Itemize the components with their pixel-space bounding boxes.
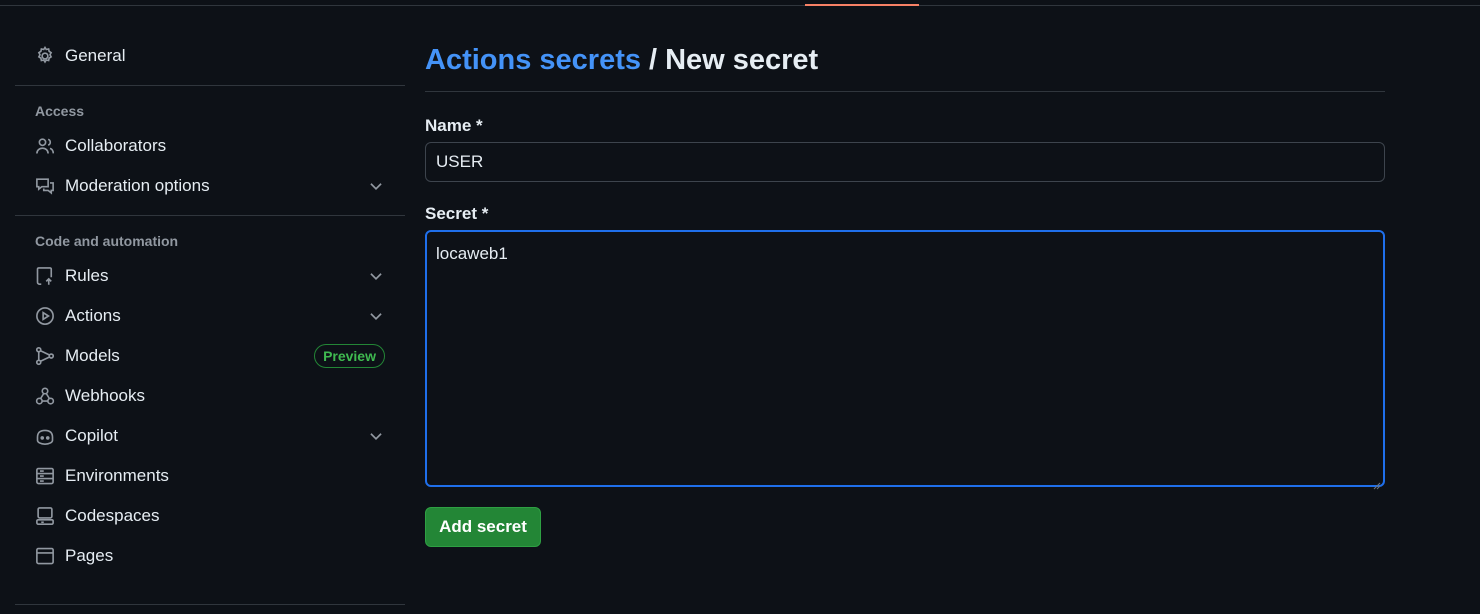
sidebar-item-label: Codespaces	[65, 506, 160, 525]
secret-textarea-value: locaweb1	[436, 244, 508, 263]
sidebar-item-moderation-options[interactable]: Moderation options	[15, 166, 405, 206]
sidebar-item-label: Collaborators	[65, 136, 167, 155]
breadcrumb-separator: /	[649, 44, 658, 76]
sidebar-item-label: Rules	[65, 266, 109, 285]
browser-icon	[35, 546, 55, 566]
chevron-down-icon[interactable]	[367, 307, 385, 325]
sidebar-item-models[interactable]: Models Preview	[15, 336, 405, 376]
play-icon	[35, 306, 55, 326]
chevron-down-icon[interactable]	[367, 177, 385, 195]
sidebar-item-pages[interactable]: Pages	[15, 536, 405, 576]
breadcrumb-actions-secrets-link[interactable]: Actions secrets	[425, 44, 641, 77]
people-icon	[35, 136, 55, 156]
sidebar-item-environments[interactable]: Environments	[15, 456, 405, 496]
sidebar-item-collaborators[interactable]: Collaborators	[15, 126, 405, 166]
repo-push-icon	[35, 266, 55, 286]
add-secret-button[interactable]: Add secret	[425, 507, 541, 547]
secret-textarea[interactable]: locaweb1	[425, 230, 1385, 490]
page-title: Actions secrets / New secret	[425, 36, 1385, 92]
sidebar-item-codespaces[interactable]: Codespaces	[15, 496, 405, 536]
preview-badge: Preview	[314, 344, 385, 368]
sidebar-item-webhooks[interactable]: Webhooks	[15, 376, 405, 416]
active-tab-indicator	[805, 4, 919, 6]
sidebar-item-label: Environments	[65, 466, 169, 485]
sidebar-item-general[interactable]: General	[15, 36, 405, 76]
settings-sidebar: General Access Collaborators Moderation …	[15, 36, 405, 576]
chevron-down-icon[interactable]	[367, 267, 385, 285]
resize-handle-icon[interactable]	[1373, 475, 1381, 490]
section-heading-access: Access	[35, 103, 85, 119]
webhook-icon	[35, 386, 55, 406]
main-content: Actions secrets / New secret Name * USER…	[425, 36, 1385, 547]
server-icon	[35, 466, 55, 486]
top-bar	[0, 0, 1480, 6]
name-input-value: USER	[436, 152, 484, 171]
sidebar-item-label: Pages	[65, 546, 114, 565]
chevron-down-icon[interactable]	[367, 427, 385, 445]
sidebar-item-label: Models	[65, 346, 120, 365]
comment-discussion-icon	[35, 176, 55, 196]
name-label: Name *	[425, 116, 483, 135]
name-input[interactable]: USER	[425, 142, 1385, 182]
sidebar-item-rules[interactable]: Rules	[15, 256, 405, 296]
codespaces-icon	[35, 506, 55, 526]
sidebar-item-label: Moderation options	[65, 176, 210, 195]
sidebar-item-label: Actions	[65, 306, 121, 325]
section-heading-code-automation: Code and automation	[35, 233, 179, 249]
secret-label: Secret *	[425, 204, 489, 223]
sidebar-item-label: Webhooks	[65, 386, 146, 405]
sidebar-item-label: Copilot	[65, 426, 118, 445]
copilot-icon	[35, 426, 55, 446]
breadcrumb-current: New secret	[665, 44, 819, 76]
sidebar-item-copilot[interactable]: Copilot	[15, 416, 405, 456]
gear-icon	[35, 46, 55, 66]
sidebar-item-actions[interactable]: Actions	[15, 296, 405, 336]
sidebar-item-label: General	[65, 46, 126, 65]
sidebar-divider	[15, 604, 405, 605]
models-icon	[35, 346, 55, 366]
